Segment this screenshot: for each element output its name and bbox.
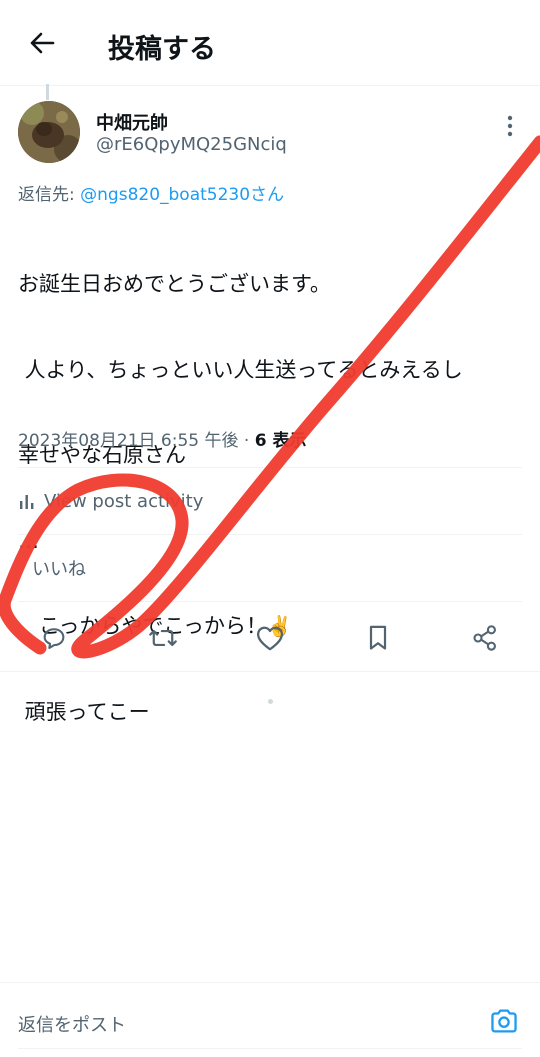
post-text-line: 頑張ってこー xyxy=(18,699,150,724)
reply-bar: 返信をポスト xyxy=(0,982,540,1057)
more-vertical-icon xyxy=(507,115,513,137)
repost-button[interactable] xyxy=(143,618,183,658)
arrow-left-icon xyxy=(30,32,55,54)
meta-separator: · xyxy=(238,431,255,451)
camera-button[interactable] xyxy=(486,1003,522,1039)
camera-icon xyxy=(491,1009,517,1033)
page-title: 投稿する xyxy=(108,34,216,65)
post-text-line: お誕生日おめでとうございます。 xyxy=(18,272,331,296)
share-icon xyxy=(473,625,496,651)
author-name[interactable]: 中畑元帥 xyxy=(96,109,168,135)
reply-underline xyxy=(18,1048,522,1049)
comment-icon xyxy=(43,628,65,649)
bar-chart-icon xyxy=(20,495,34,509)
view-count: 6 表示 xyxy=(254,431,307,451)
view-activity-label: View post activity xyxy=(44,490,204,512)
post-meta: 2023年08月21日 6:55 午後 · 6 表示 xyxy=(18,426,306,451)
reply-to-label: 返信先: xyxy=(18,185,81,205)
heart-icon xyxy=(257,626,283,651)
reply-button[interactable] xyxy=(34,618,74,658)
view-activity-link[interactable]: View post activity xyxy=(18,468,522,534)
repost-icon xyxy=(149,629,177,647)
avatar-image xyxy=(18,101,80,163)
bookmark-icon xyxy=(369,625,387,650)
avatar[interactable] xyxy=(18,101,80,163)
post-text-line: 人より、ちょっといい人生送ってるとみえるし xyxy=(18,357,463,382)
reply-input[interactable]: 返信をポスト xyxy=(18,1011,126,1037)
back-button[interactable] xyxy=(22,26,62,60)
action-bar xyxy=(0,602,540,672)
more-options-button[interactable] xyxy=(496,112,524,140)
timestamp[interactable]: 2023年08月21日 6:55 午後 xyxy=(18,431,239,451)
share-button[interactable] xyxy=(465,618,505,658)
header: 投稿する xyxy=(0,0,540,86)
reply-to-mention[interactable]: @ngs820_boat5230さん xyxy=(80,185,284,205)
bookmark-button[interactable] xyxy=(358,618,398,658)
likes-label: いいね xyxy=(32,559,86,580)
author-handle[interactable]: @rE6QpyMQ25GNciq xyxy=(96,134,287,155)
likes-row[interactable]: いいね xyxy=(18,535,522,601)
reply-to: 返信先: @ngs820_boat5230さん xyxy=(18,180,284,205)
loading-dot xyxy=(268,699,273,704)
thread-connector xyxy=(46,84,49,100)
like-button[interactable] xyxy=(250,618,290,658)
